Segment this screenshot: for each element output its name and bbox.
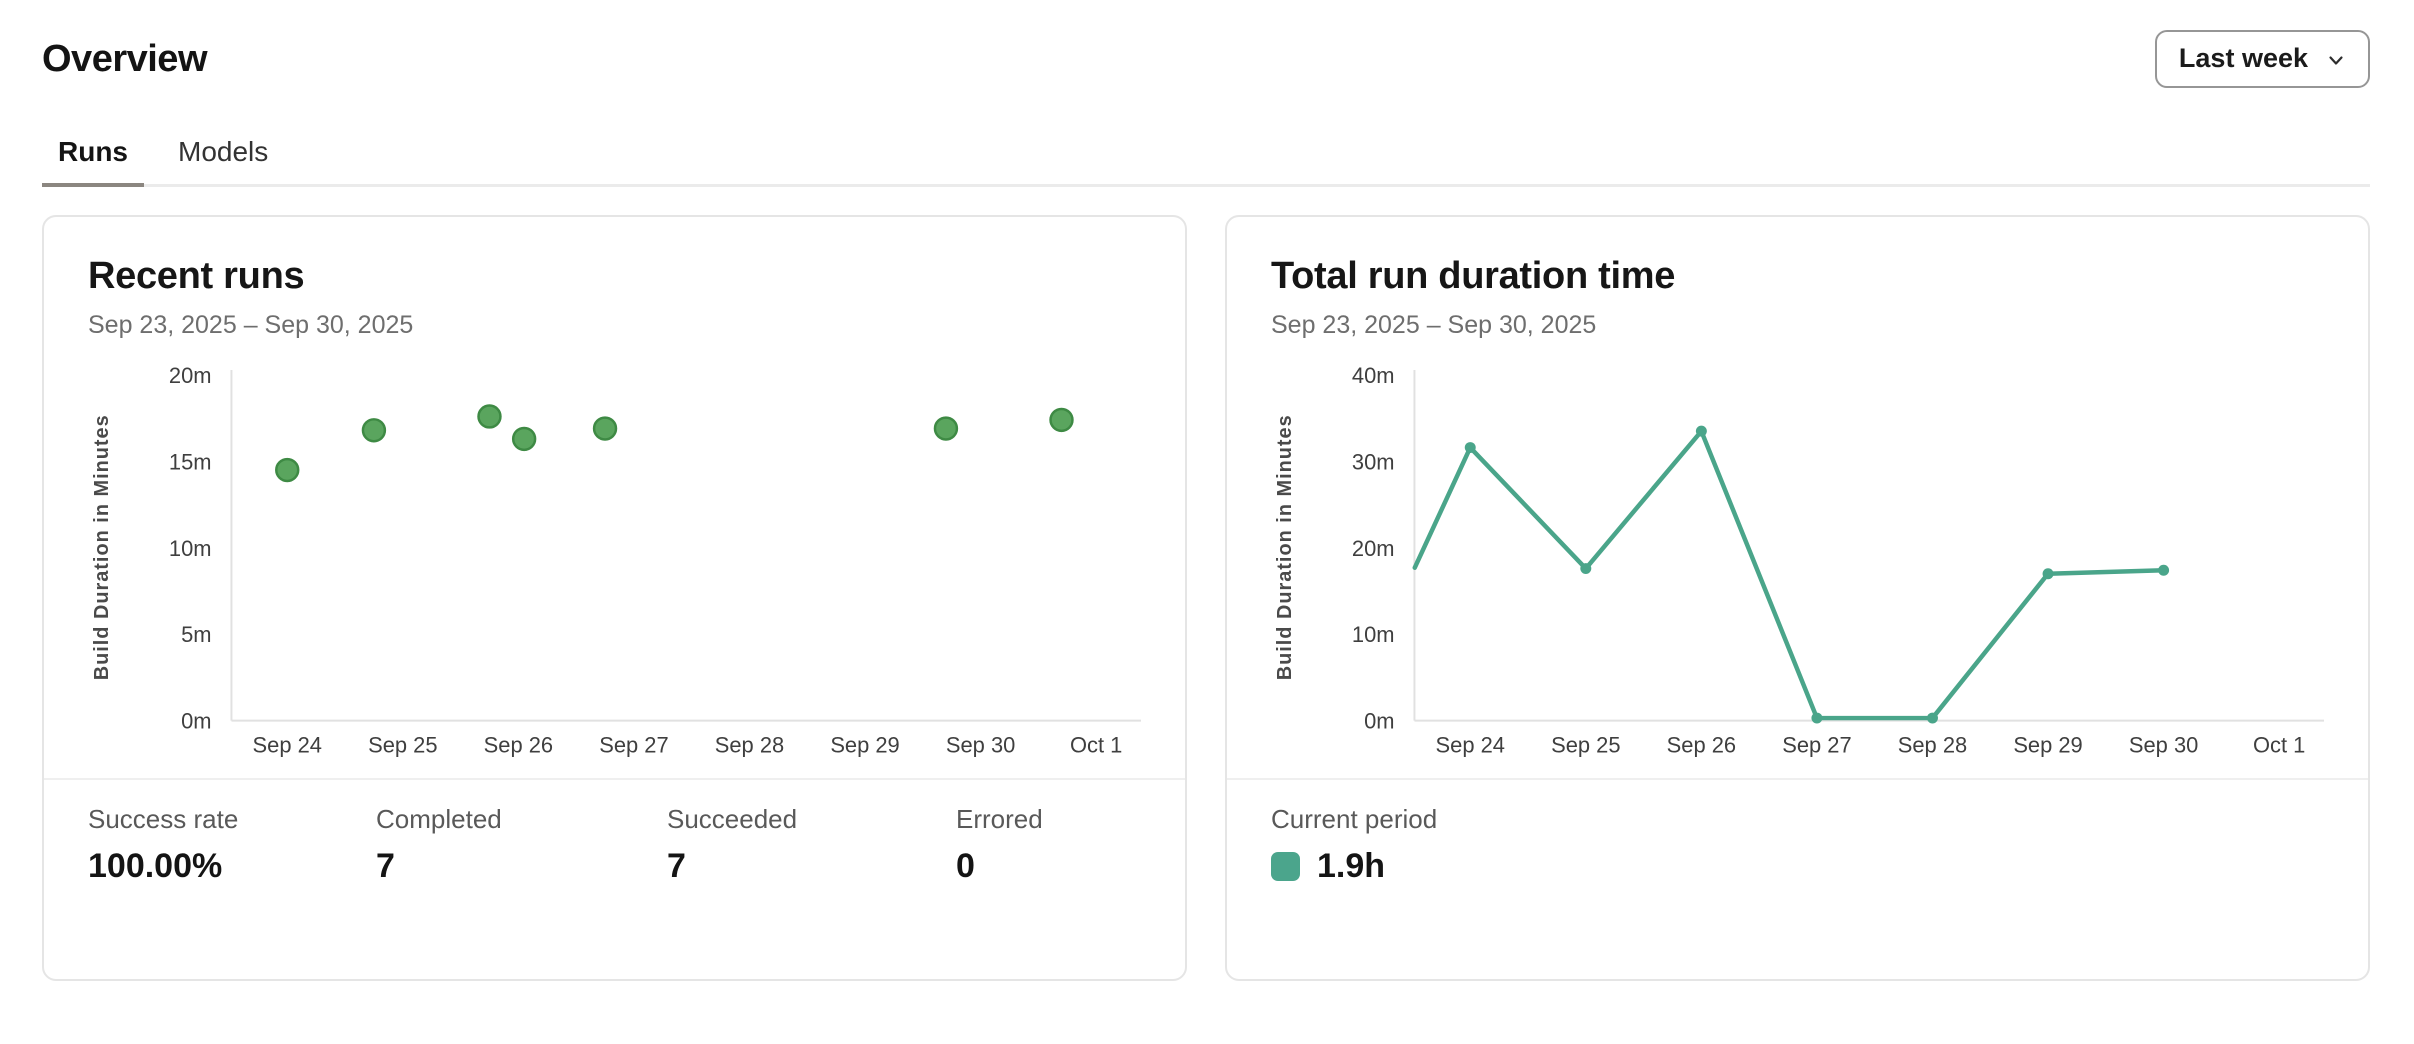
total-duration-chart: 0m 10m 20m 30m 40m Sep 24 Sep 25 Sep 26 Sep 27 Se… <box>1271 366 2324 764</box>
svg-text:0m: 0m <box>181 709 211 734</box>
legend-label: Current period <box>1271 804 2324 835</box>
svg-text:10m: 10m <box>169 536 212 561</box>
svg-text:Sep 30: Sep 30 <box>946 733 1015 758</box>
stat-value: 0 <box>956 847 1141 886</box>
svg-text:Sep 26: Sep 26 <box>484 733 553 758</box>
stat-value: 7 <box>376 847 667 886</box>
total-duration-date-range: Sep 23, 2025 – Sep 30, 2025 <box>1271 311 2324 340</box>
svg-text:5m: 5m <box>181 622 211 647</box>
svg-text:Oct 1: Oct 1 <box>2253 733 2305 758</box>
svg-text:Sep 27: Sep 27 <box>599 733 668 758</box>
svg-text:Sep 29: Sep 29 <box>2013 733 2082 758</box>
tab-runs[interactable]: Runs <box>42 136 144 187</box>
svg-text:Sep 28: Sep 28 <box>715 733 784 758</box>
stat-label: Success rate <box>88 804 376 835</box>
stat-succeeded: Succeeded 7 <box>667 804 956 886</box>
legend-value: 1.9h <box>1317 847 1385 886</box>
svg-text:Sep 28: Sep 28 <box>1898 733 1967 758</box>
tab-bar: Runs Models <box>42 136 2370 187</box>
svg-text:Sep 29: Sep 29 <box>830 733 899 758</box>
svg-text:Build Duration in Minutes: Build Duration in Minutes <box>1274 414 1296 680</box>
page-header: Overview Last week <box>42 28 2370 90</box>
legend-row: 1.9h <box>1271 847 2324 886</box>
svg-text:20m: 20m <box>1352 536 1395 561</box>
stat-value: 7 <box>667 847 956 886</box>
svg-text:15m: 15m <box>169 449 212 474</box>
svg-text:Sep 25: Sep 25 <box>368 733 437 758</box>
svg-text:Build Duration in Minutes: Build Duration in Minutes <box>91 414 113 680</box>
svg-text:Sep 26: Sep 26 <box>1667 733 1736 758</box>
tab-models[interactable]: Models <box>162 136 284 187</box>
stat-label: Completed <box>376 804 667 835</box>
chevron-down-icon <box>2324 48 2348 72</box>
stat-value: 100.00% <box>88 847 376 886</box>
svg-text:Sep 30: Sep 30 <box>2129 733 2198 758</box>
recent-runs-chart: 0m 5m 10m 15m 20m Sep 24 Sep 25 Sep 26 Sep 27 Sep… <box>88 366 1141 764</box>
svg-text:10m: 10m <box>1352 622 1395 647</box>
total-duration-card: Total run duration time Sep 23, 2025 – S… <box>1225 215 2370 981</box>
svg-text:Sep 25: Sep 25 <box>1551 733 1620 758</box>
svg-text:Sep 27: Sep 27 <box>1782 733 1851 758</box>
duration-line-plot: 0m 10m 20m 30m 40m Sep 24 Sep 25 Sep 26 Sep 27 Se… <box>1271 366 2324 764</box>
overview-page: Overview Last week Runs Models Recent ru… <box>0 0 2414 981</box>
total-duration-footer: Current period 1.9h <box>1227 778 2368 886</box>
total-duration-title: Total run duration time <box>1271 255 2324 298</box>
svg-text:40m: 40m <box>1352 366 1395 388</box>
recent-runs-card: Recent runs Sep 23, 2025 – Sep 30, 2025 … <box>42 215 1187 981</box>
cards-row: Recent runs Sep 23, 2025 – Sep 30, 2025 … <box>42 215 2370 981</box>
legend-swatch <box>1271 852 1300 881</box>
svg-text:Sep 24: Sep 24 <box>1436 733 1505 758</box>
svg-text:20m: 20m <box>169 366 212 388</box>
page-title: Overview <box>42 38 207 81</box>
stat-errored: Errored 0 <box>956 804 1141 886</box>
recent-runs-date-range: Sep 23, 2025 – Sep 30, 2025 <box>88 311 1141 340</box>
period-dropdown[interactable]: Last week <box>2155 30 2370 88</box>
stat-label: Succeeded <box>667 804 956 835</box>
recent-runs-scatter-plot: 0m 5m 10m 15m 20m Sep 24 Sep 25 Sep 26 Sep 27 Sep… <box>88 366 1141 764</box>
stat-completed: Completed 7 <box>376 804 667 886</box>
period-dropdown-value: Last week <box>2179 43 2308 74</box>
svg-text:Sep 24: Sep 24 <box>253 733 322 758</box>
svg-text:Oct 1: Oct 1 <box>1070 733 1122 758</box>
recent-runs-footer: Success rate 100.00% Completed 7 Succeed… <box>44 778 1185 886</box>
recent-runs-title: Recent runs <box>88 255 1141 298</box>
stat-label: Errored <box>956 804 1141 835</box>
svg-text:30m: 30m <box>1352 449 1395 474</box>
svg-text:0m: 0m <box>1364 709 1394 734</box>
stat-success-rate: Success rate 100.00% <box>88 804 376 886</box>
